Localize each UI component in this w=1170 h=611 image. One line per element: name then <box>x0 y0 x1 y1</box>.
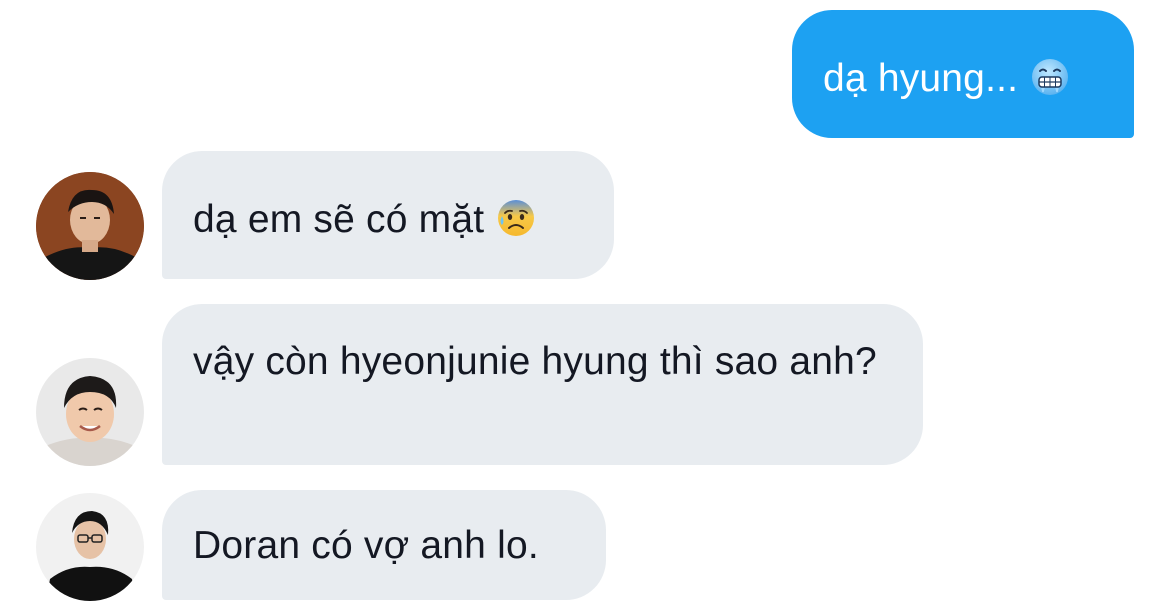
chat-thread: dạ hyung... dạ em sẽ có mặt vậy còn hyeo… <box>0 0 1170 611</box>
message-text: Doran có vợ anh lo. <box>193 524 539 567</box>
message-text: dạ hyung... <box>823 57 1019 100</box>
message-bubble-outgoing[interactable]: dạ hyung... <box>792 10 1134 138</box>
message-text: dạ em sẽ có mặt <box>193 198 485 241</box>
message-text: vậy còn hyeonjunie hyung thì sao anh? <box>193 340 877 383</box>
message-bubble-incoming[interactable]: vậy còn hyeonjunie hyung thì sao anh? <box>162 304 923 465</box>
avatar[interactable] <box>36 493 144 601</box>
message-bubble-incoming[interactable]: dạ em sẽ có mặt <box>162 151 614 279</box>
avatar[interactable] <box>36 358 144 466</box>
cold-face-icon <box>1030 57 1070 111</box>
message-bubble-incoming[interactable]: Doran có vợ anh lo. <box>162 490 606 600</box>
avatar[interactable] <box>36 172 144 280</box>
anxious-sweat-face-icon <box>496 198 536 252</box>
